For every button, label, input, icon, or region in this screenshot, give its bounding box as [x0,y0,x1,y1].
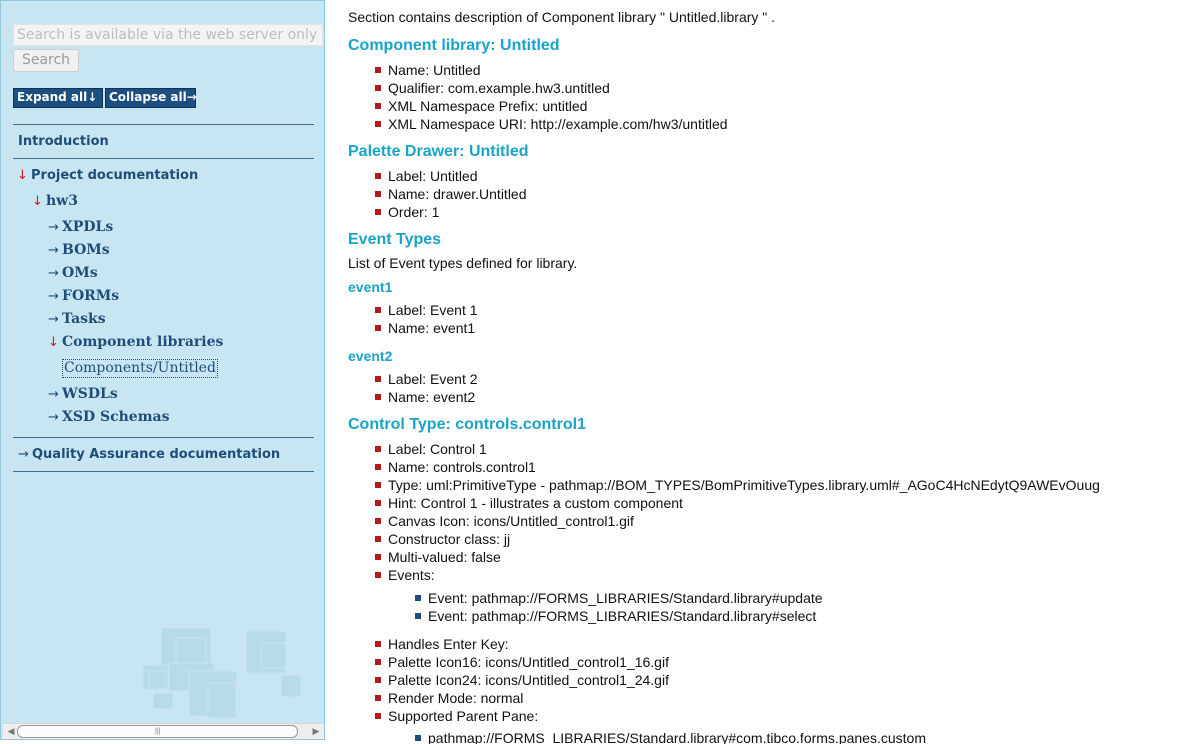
list-item: Label: Control 1 [375,441,487,457]
nav-label[interactable]: Quality Assurance documentation [32,447,280,462]
nav-label[interactable]: Introduction [18,134,109,149]
nav-label[interactable]: XPDLs [62,219,113,235]
watermark-logo [142,627,302,718]
divider [13,124,314,125]
arrow-down-icon[interactable]: ↓ [48,335,62,350]
list-item: Handles Enter Key: [375,636,509,652]
list-item: Palette Icon24: icons/Untitled_control1_… [375,672,669,688]
heading-component-library: Component library: Untitled [348,37,560,54]
nav-component-libraries[interactable]: ↓ Component libraries [48,334,223,350]
arrow-right-icon[interactable]: → [48,289,62,304]
heading-palette-drawer: Palette Drawer: Untitled [348,143,529,160]
list-item: XML Namespace URI: http://example.com/hw… [375,116,728,132]
arrow-right-icon[interactable]: → [48,312,62,327]
nav-label[interactable]: OMs [62,265,98,281]
scroll-right-icon[interactable]: ▶ [311,726,321,736]
nav-xpdls[interactable]: → XPDLs [48,219,113,235]
list-item: Name: drawer.Untitled [375,186,527,202]
nav-label[interactable]: Project documentation [31,168,198,183]
list-item: Label: Event 2 [375,371,478,387]
scroll-left-icon[interactable]: ◀ [6,726,16,736]
event-types-description: List of Event types defined for library. [348,255,578,271]
nav-wsdls[interactable]: → WSDLs [48,386,118,402]
arrow-right-icon[interactable]: → [48,410,62,425]
collapse-all-button[interactable]: Collapse all→ [105,88,197,108]
arrow-down-icon[interactable]: ↓ [32,194,46,209]
arrow-right-icon[interactable]: → [48,387,62,402]
nav-label[interactable]: BOMs [62,242,110,258]
list-item: Constructor class: jj [374,531,511,547]
nav-forms[interactable]: → FORMs [48,288,119,304]
nav-label[interactable]: FORMs [62,288,119,304]
heading-event-types: Event Types [348,231,442,248]
heading-control-type: Control Type: controls.control1 [348,416,586,433]
list-item: Name: controls.control1 [375,459,536,475]
scrollbar-thumb[interactable]: ||| [17,725,298,738]
nav-introduction[interactable]: Introduction [18,134,109,149]
divider [13,158,314,159]
sub-list-item: Event: pathmap://FORMS_LIBRARIES/Standar… [415,590,823,606]
list-item: Order: 1 [374,204,440,220]
search-button[interactable]: Search [13,49,79,72]
list-item: Name: event1 [374,320,476,336]
sub-list-item: pathmap://FORMS_LIBRARIES/Standard.libra… [415,730,926,744]
list-item: XML Namespace Prefix: untitled [374,98,588,114]
list-item: Render Mode: normal [374,690,524,706]
arrow-right-icon[interactable]: → [48,266,62,281]
list-item: Type: uml:PrimitiveType - pathmap://BOM_… [375,477,1100,493]
nav-oms[interactable]: → OMs [48,265,98,281]
list-item: Hint: Control 1 - illustrates a custom c… [375,495,683,511]
nav-label[interactable]: XSD Schemas [62,409,169,425]
horizontal-scrollbar[interactable]: ◀ ||| ▶ [3,723,324,739]
arrow-right-icon[interactable]: → [18,447,32,462]
navigation-sidebar: Search is available via the web server o… [0,0,325,740]
list-item: Events: [375,567,435,583]
heading-event2: event2 [348,348,393,364]
list-item: Supported Parent Pane: [374,708,539,724]
nav-label[interactable]: Component libraries [62,334,223,350]
list-item: Label: Untitled [375,168,478,184]
nav-xsd-schemas[interactable]: → XSD Schemas [48,409,169,425]
section-intro: Section contains description of Componen… [348,9,776,25]
list-item: Name: event2 [374,389,476,405]
list-item: Canvas Icon: icons/Untitled_control1.gif [375,513,634,529]
nav-project-documentation[interactable]: ↓ Project documentation [17,168,198,183]
list-item: Multi-valued: false [375,549,501,565]
divider [13,437,314,438]
grip-icon: ||| [155,728,161,735]
arrow-right-icon[interactable]: → [48,220,62,235]
list-item: Name: Untitled [375,62,481,78]
list-item: Qualifier: com.example.hw3.untitled [375,80,610,96]
nav-components-untitled[interactable]: Components/Untitled [62,359,218,378]
nav-label[interactable]: hw3 [46,193,78,209]
nav-hw3[interactable]: ↓ hw3 [32,193,78,209]
nav-label[interactable]: WSDLs [62,386,118,402]
arrow-down-icon[interactable]: ↓ [17,168,31,183]
main-content: Section contains description of Componen… [348,0,1198,744]
list-item: Label: Event 1 [375,302,478,318]
nav-tasks[interactable]: → Tasks [48,311,106,327]
nav-label[interactable]: Tasks [62,311,106,327]
nav-quality-assurance[interactable]: → Quality Assurance documentation [18,447,280,462]
search-input[interactable]: Search is available via the web server o… [13,24,323,46]
expand-all-button[interactable]: Expand all↓ [13,88,103,108]
sub-list-item: Event: pathmap://FORMS_LIBRARIES/Standar… [414,608,817,624]
nav-boms[interactable]: → BOMs [48,242,110,258]
heading-event1: event1 [348,279,393,295]
arrow-right-icon[interactable]: → [48,243,62,258]
divider [13,471,314,472]
list-item: Palette Icon16: icons/Untitled_control1_… [375,654,669,670]
